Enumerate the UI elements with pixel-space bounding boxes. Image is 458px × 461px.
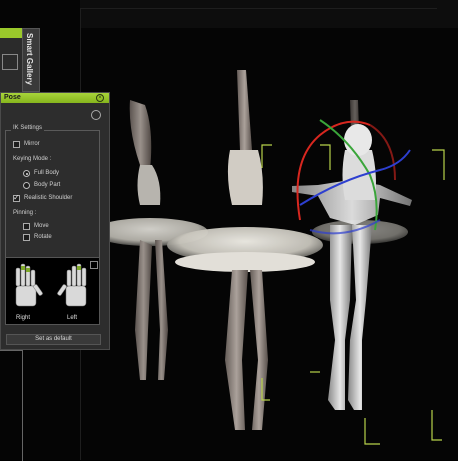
hand-selector[interactable]: Right Left xyxy=(5,257,100,325)
pin-rotate-label: Rotate xyxy=(34,234,52,240)
smart-gallery-label: Smart Gallery xyxy=(25,33,34,86)
hand-options-icon[interactable] xyxy=(90,261,98,269)
full-body-label: Full Body xyxy=(34,170,60,176)
body-part-radio[interactable] xyxy=(23,182,30,189)
pin-move-label: Move xyxy=(34,223,49,229)
mirror-checkbox[interactable] xyxy=(13,141,20,148)
ik-settings-label: IK Settings xyxy=(11,125,45,131)
full-body-radio[interactable] xyxy=(23,170,30,177)
left-hand-icon xyxy=(57,263,87,307)
keying-mode-label: Keying Mode : xyxy=(13,156,52,162)
pin-rotate-checkbox[interactable] xyxy=(23,234,30,241)
pose-panel: Pose × IK Settings Mirror Keying Mode : … xyxy=(0,92,110,350)
pose-panel-title: Pose xyxy=(4,94,21,101)
realistic-shoulder-checkbox[interactable] xyxy=(13,193,20,202)
body-part-label: Body Part xyxy=(34,182,61,188)
left-frame-guide xyxy=(0,350,23,461)
gear-icon[interactable] xyxy=(91,110,101,120)
realistic-shoulder-label: Realistic Shoulder xyxy=(24,195,73,201)
smart-gallery-tab[interactable]: Smart Gallery xyxy=(22,28,40,92)
pin-move-checkbox[interactable] xyxy=(23,223,30,230)
pose-panel-header[interactable]: Pose × xyxy=(1,93,109,103)
hand-right-label: Right xyxy=(16,315,31,321)
dancer-center xyxy=(167,70,323,430)
set-as-default-button[interactable]: Set as default xyxy=(6,334,101,345)
gallery-thumbnail-icon[interactable] xyxy=(2,54,18,70)
gallery-close-icon[interactable] xyxy=(8,28,17,37)
close-icon[interactable]: × xyxy=(96,94,104,102)
hand-left-label: Left xyxy=(67,315,78,321)
pinning-label: Pinning : xyxy=(13,210,37,216)
mirror-label: Mirror xyxy=(24,141,40,147)
